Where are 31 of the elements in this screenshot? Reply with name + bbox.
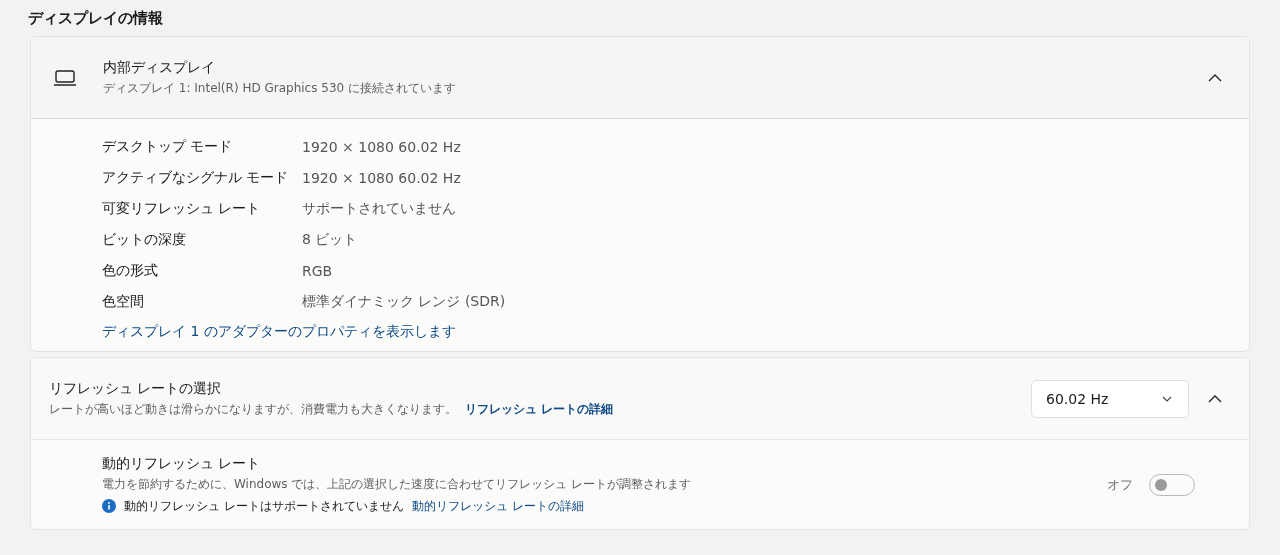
dynamic-refresh-details-link[interactable]: 動的リフレッシュ レートの詳細	[411, 497, 584, 515]
caret-icon	[1162, 395, 1172, 402]
property-value: 8 ビット	[302, 230, 358, 249]
property-label: 可変リフレッシュ レート	[102, 199, 262, 218]
refresh-title: リフレッシュ レートの選択	[49, 379, 223, 398]
property-value: RGB	[302, 262, 333, 279]
property-value: 1920 × 1080 60.02 Hz	[302, 169, 461, 186]
toggle-switch[interactable]	[1149, 473, 1195, 496]
section-title: ディスプレイの情報	[28, 8, 164, 29]
refresh-details-link[interactable]: リフレッシュ レートの詳細	[465, 401, 614, 416]
property-label: 色の形式	[102, 261, 159, 280]
dynamic-refresh-title: 動的リフレッシュ レート	[102, 454, 262, 473]
refresh-rate-dropdown[interactable]: 60.02 Hz	[1031, 379, 1189, 418]
laptop-icon	[53, 68, 77, 87]
toggle-state-label: オフ	[1107, 475, 1133, 494]
property-value: サポートされていません	[302, 199, 456, 218]
property-label: ビットの深度	[102, 230, 187, 249]
property-value: 1920 × 1080 60.02 Hz	[302, 138, 461, 155]
display-subtitle: ディスプレイ 1: Intel(R) HD Graphics 530 に接続されています	[103, 79, 457, 97]
unsupported-note: 動的リフレッシュ レートはサポートされていません	[124, 497, 404, 515]
chevron-icon	[1208, 73, 1222, 82]
property-label: 色空間	[102, 292, 145, 311]
info-icon	[102, 499, 116, 513]
property-value: 標準ダイナミック レンジ (SDR)	[302, 292, 506, 311]
dynamic-refresh-description: 電力を節約するために、Windows では、上記の選択した速度に合わせてリフレッシュ レートが調整されます	[102, 475, 693, 493]
display-name: 内部ディスプレイ	[103, 58, 216, 77]
chevron-icon	[1208, 394, 1222, 403]
property-label: アクティブなシグナル モード	[102, 168, 290, 187]
property-label: デスクトップ モード	[102, 137, 234, 156]
adapter-properties-link[interactable]: ディスプレイ 1 のアダプターのプロパティを表示します	[102, 323, 456, 341]
refresh-description: レートが高いほど動きは滑らかになりますが、消費電力も大きくなります。	[49, 401, 457, 416]
